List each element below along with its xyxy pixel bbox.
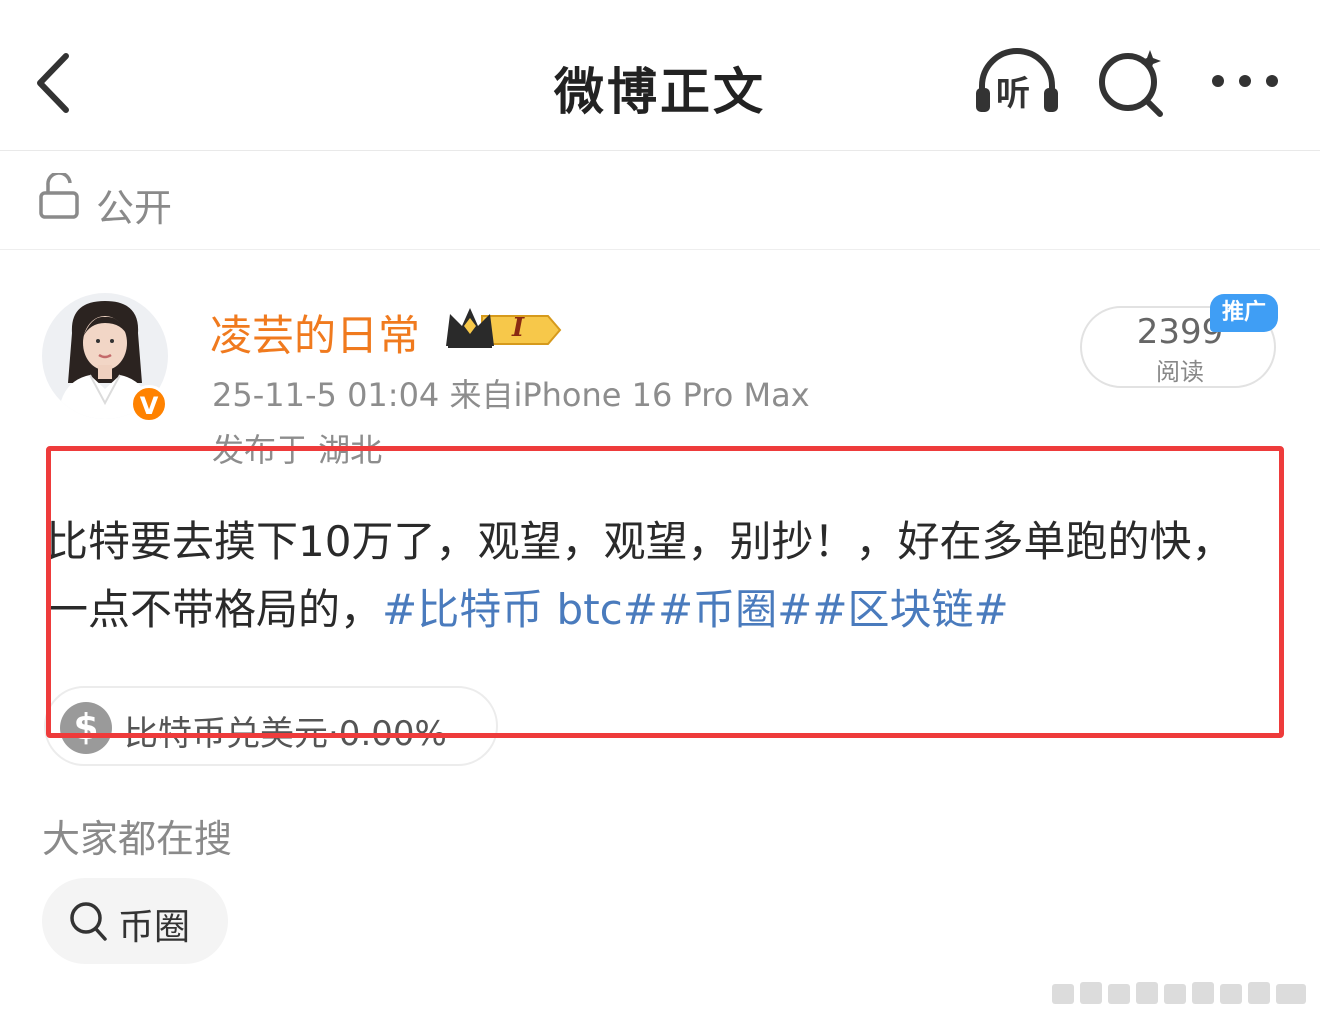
promo-tag: 推广: [1210, 294, 1278, 332]
more-horizontal-icon: [1212, 75, 1278, 87]
search-icon: [70, 902, 107, 941]
post-meta: 25-11-5 01:04 来自iPhone 16 Pro Max: [212, 376, 810, 414]
dollar-icon: $: [60, 702, 112, 754]
more-options-button[interactable]: [1208, 64, 1282, 98]
unlock-icon: [39, 173, 79, 219]
top-navigation-bar: 微博正文 听: [0, 0, 1320, 151]
post-body: 比特要去摸下10万了，观望，观望，别抄！，好在多单跑的快，一点不带格局的，#比特…: [46, 508, 1256, 644]
stock-quote-label: 比特币兑美元·0.00%: [124, 714, 447, 754]
crown-icon: [446, 308, 562, 348]
visibility-label: 公开: [96, 186, 173, 230]
stock-quote-card[interactable]: $ 比特币兑美元·0.00%: [44, 686, 498, 766]
search-sparkle-icon: [1099, 50, 1163, 117]
watermark: [1052, 982, 1306, 1004]
member-crown-badge[interactable]: I: [442, 304, 564, 352]
topic-links[interactable]: #比特币 btc##币圈##区块链#: [382, 585, 1009, 634]
verified-badge: V: [130, 385, 168, 423]
search-button[interactable]: [1096, 46, 1168, 118]
listen-label: 听: [996, 74, 1030, 114]
trending-search-title: 大家都在搜: [42, 817, 233, 861]
search-chip-label: 币圈: [118, 907, 191, 948]
member-level: I: [512, 313, 525, 343]
listen-button[interactable]: 听: [972, 44, 1062, 120]
author-name[interactable]: 凌芸的日常: [210, 302, 420, 363]
read-count-label: 阅读: [1156, 358, 1204, 386]
search-suggestion-chip[interactable]: 币圈: [42, 878, 228, 964]
visibility-row[interactable]: 公开: [0, 151, 1320, 250]
post-location: 发布于 湖北: [212, 431, 383, 469]
